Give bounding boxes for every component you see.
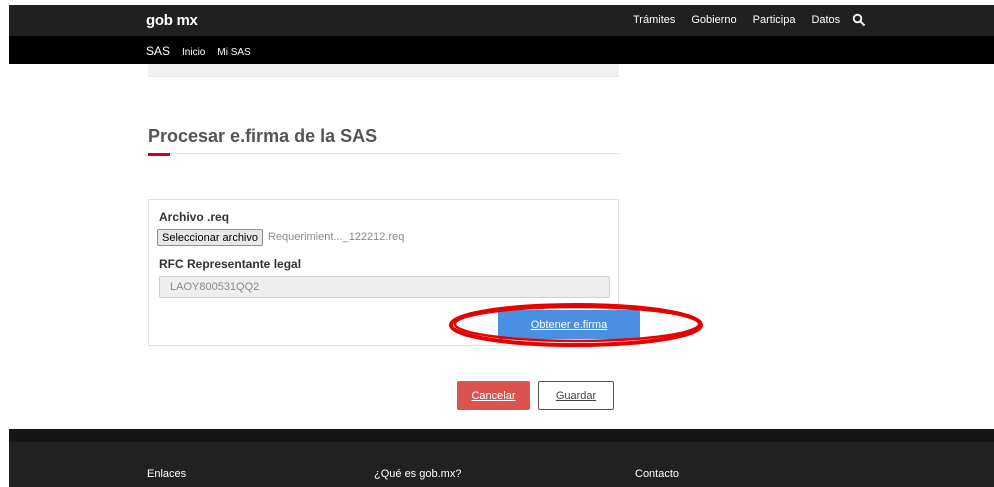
footer: Enlaces ¿Qué es gob.mx? Contacto [9,429,994,487]
search-icon[interactable] [852,13,866,27]
sub-navigation-bar: SAS Inicio Mi SAS [9,36,994,64]
selected-file-name: Requerimient..._122212.req [268,231,405,243]
subnav-item-mi-sas[interactable]: Mi SAS [217,47,250,58]
subnav-item-inicio[interactable]: Inicio [182,47,205,58]
nav-link-participa[interactable]: Participa [753,14,796,26]
archivo-label: Archivo .req [159,210,230,224]
page-title: Procesar e.firma de la SAS [148,126,378,146]
footer-heading-contacto: Contacto [635,468,680,480]
nav-link-gobierno[interactable]: Gobierno [691,14,736,26]
nav-link-tramites[interactable]: Trámites [633,14,675,26]
top-header: gob mx Trámites Gobierno Participa Datos [9,5,994,36]
title-accent-bar [148,153,170,156]
footer-heading-que-es-gobmx: ¿Qué es gob.mx? [374,468,462,480]
nav-link-datos[interactable]: Datos [811,14,840,26]
cancel-button[interactable]: Cancelar [457,381,530,410]
title-divider [148,153,619,154]
gob-mx-logo[interactable]: gob mx [146,12,198,29]
top-navigation: Trámites Gobierno Participa Datos [633,14,840,26]
obtener-efirma-button[interactable]: Obtener e.firma [498,310,640,339]
efirma-form-card: Archivo .req Seleccionar archivo Requeri… [148,199,640,346]
previous-panel-edge [148,64,619,77]
rfc-input[interactable] [159,276,610,298]
footer-top-stripe [9,429,994,442]
select-file-button[interactable]: Seleccionar archivo [157,229,263,246]
subnav-section-sas[interactable]: SAS [146,44,170,58]
save-button[interactable]: Guardar [538,381,614,410]
rfc-label: RFC Representante legal [159,257,302,271]
sub-navigation: SAS Inicio Mi SAS [146,44,251,58]
footer-heading-enlaces: Enlaces [147,468,187,480]
